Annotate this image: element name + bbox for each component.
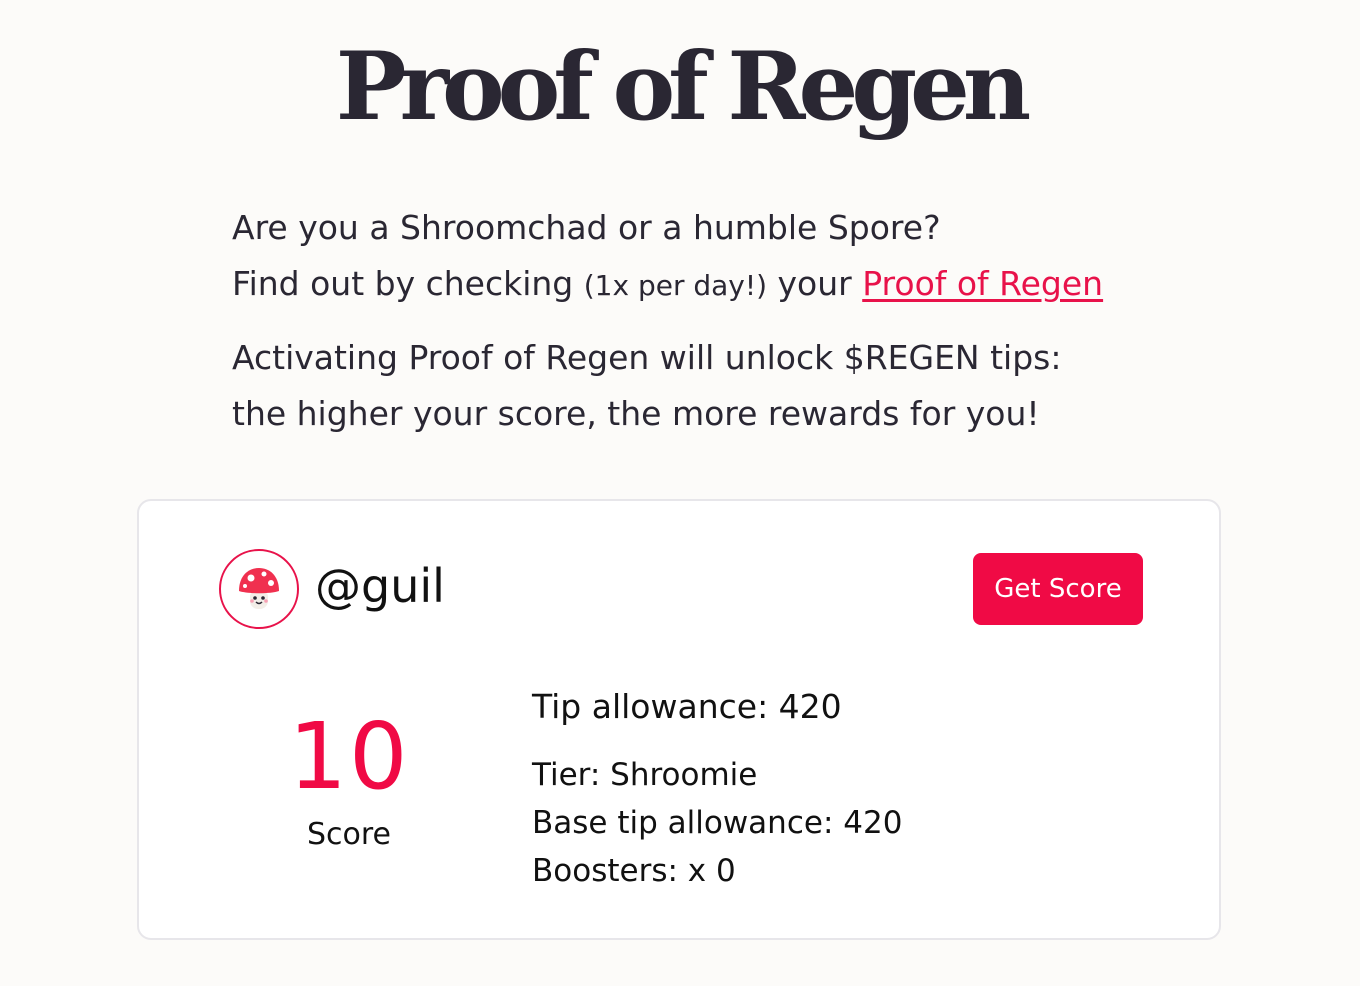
tip-allowance: Tip allowance: 420 [532, 687, 842, 726]
boosters: Boosters: x 0 [532, 853, 736, 889]
intro-line-2-prefix: Find out by checking [232, 264, 584, 303]
avatar [219, 549, 299, 629]
mushroom-icon [239, 568, 279, 609]
page: Proof of Regen Are you a Shroomchad or a… [0, 0, 1360, 986]
intro-line-4: the higher your score, the more rewards … [232, 394, 1040, 433]
intro-line-2-mid: your [767, 264, 863, 303]
get-score-button[interactable]: Get Score [973, 553, 1143, 625]
score-block: 10 Score [269, 703, 429, 853]
proof-of-regen-link[interactable]: Proof of Regen [862, 264, 1103, 303]
score-label: Score [306, 817, 392, 852]
stats-panel: Tip allowance: 420 Tier: Shroomie Base t… [532, 685, 902, 895]
intro-line-2: Find out by checking (1x per day!) your … [232, 256, 1232, 314]
base-tip-allowance: Base tip allowance: 420 [532, 805, 903, 841]
intro-line-3: Activating Proof of Regen will unlock $R… [232, 338, 1062, 377]
page-title: Proof of Regen [335, 32, 1031, 142]
tier: Tier: Shroomie [532, 757, 758, 793]
score-card: @guil Get Score 10 Score Tip allowance: … [137, 499, 1221, 940]
score-value: 10 [288, 703, 410, 810]
intro-text: Are you a Shroomchad or a humble Spore? … [232, 200, 1232, 442]
username: @guil [315, 559, 445, 613]
intro-line-1: Are you a Shroomchad or a humble Spore? [232, 208, 941, 247]
frequency-note: (1x per day!) [583, 269, 768, 302]
